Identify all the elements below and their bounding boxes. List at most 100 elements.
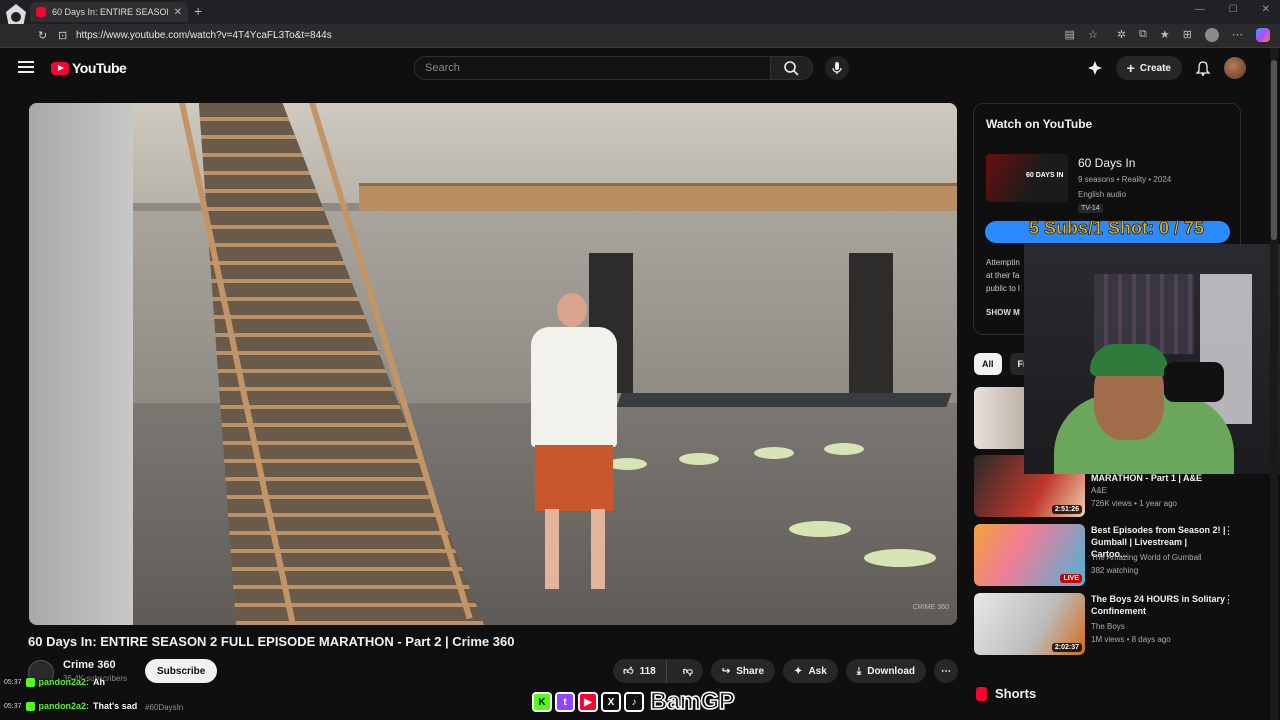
video-thumbnail[interactable]: LIVE [974, 524, 1085, 586]
video-frame-table [616, 393, 952, 407]
maximize-icon[interactable]: ☐ [1229, 4, 1238, 15]
ask-button[interactable]: ✦ Ask [783, 659, 838, 683]
chat-username: pandon2a2: [38, 701, 90, 711]
video-hashtag[interactable]: #60DaysIn [145, 703, 183, 712]
favorite-star-icon[interactable]: ☆ [1088, 28, 1098, 42]
channel-name[interactable]: Crime 360 [63, 659, 116, 671]
copilot-icon[interactable] [1256, 28, 1270, 42]
refresh-icon[interactable]: ↻ [38, 29, 47, 42]
kick-badge-icon [25, 701, 35, 711]
show-rating-badge: TV-14 [1078, 204, 1103, 213]
kick-icon: K [532, 692, 552, 712]
video-player[interactable]: CRIME 360 [29, 103, 957, 625]
account-avatar[interactable] [1224, 57, 1246, 79]
show-description: at their fa [986, 271, 1020, 280]
download-icon: ⤓ [856, 665, 862, 677]
thumbs-up-icon: 👍︎ [623, 666, 634, 677]
webcam-microphone [1164, 362, 1224, 402]
video-meta: 382 watching [1091, 566, 1139, 575]
url-field[interactable]: https://www.youtube.com/watch?v=4T4YcaFL… [76, 30, 332, 41]
more-icon[interactable]: ⋯ [1232, 28, 1243, 42]
channel-link[interactable]: The Boys [1091, 622, 1125, 631]
ai-sparkle-icon[interactable] [1086, 59, 1104, 77]
like-button[interactable]: 👍︎ 118 [613, 659, 667, 683]
video-meta: 1M views • 8 days ago [1091, 635, 1171, 644]
video-thumbnail[interactable]: 2:02:37 [974, 593, 1085, 655]
chip-all[interactable]: All [974, 353, 1002, 375]
kick-badge-icon [25, 677, 35, 687]
webcam-shelf [1094, 274, 1194, 354]
video-actions: 👍︎ 118 👎︎ ↪ Share ✦ Ask ⤓ Download ⋯ [613, 659, 958, 683]
video-frame-stool [864, 549, 936, 567]
create-button[interactable]: + Create [1115, 56, 1182, 80]
more-actions-button[interactable]: ⋯ [934, 659, 958, 683]
youtube-logo[interactable]: YouTube [51, 60, 127, 76]
video-duration: 2:02:37 [1051, 643, 1082, 652]
tab-title: 60 Days In: ENTIRE SEASON [52, 7, 168, 17]
download-button[interactable]: ⤓ Download [845, 659, 926, 683]
streamer-webcam [1024, 244, 1280, 474]
channel-link[interactable]: A&E [1091, 486, 1107, 495]
profile-icon[interactable] [1205, 28, 1219, 42]
video-frame-cell-door [849, 253, 893, 393]
social-overlay: K t ▶ X ♪ BamGP [532, 687, 735, 717]
show-title[interactable]: 60 Days In [1078, 156, 1135, 170]
menu-icon[interactable] [18, 61, 34, 73]
close-tab-icon[interactable]: ✕ [174, 7, 182, 18]
webcam-person-bandana [1090, 344, 1168, 376]
streamer-brand: BamGP [649, 687, 735, 716]
share-button[interactable]: ↪ Share [710, 659, 776, 683]
more-vertical-icon[interactable]: ⋮ [1223, 524, 1234, 537]
search-button[interactable] [771, 56, 813, 80]
live-badge: LIVE [1060, 574, 1082, 583]
show-thumbnail[interactable]: 60 DAYS IN [986, 154, 1068, 202]
sub-goal-text: 5 Subs/1 Shot: 0 / 75 [1029, 218, 1205, 239]
collections-icon[interactable]: ⊞ [1183, 28, 1192, 42]
channel-link[interactable]: The Amazing World of Gumball [1091, 553, 1202, 562]
address-bar: ↻ ⊡ https://www.youtube.com/watch?v=4T4Y… [0, 24, 1280, 48]
site-info-icon[interactable]: ⊡ [58, 29, 67, 42]
extensions-icon[interactable]: ✲ [1117, 28, 1126, 42]
close-window-icon[interactable]: ✕ [1262, 4, 1270, 15]
sparkle-icon: ✦ [794, 665, 803, 677]
video-frame-railing [359, 183, 957, 211]
favorites-icon[interactable]: ★ [1160, 28, 1170, 42]
video-duration: 2:51:26 [1051, 505, 1082, 514]
tiktok-icon: ♪ [624, 692, 644, 712]
reader-mode-icon[interactable]: ▤ [1065, 28, 1075, 42]
scrollbar-thumb[interactable] [1271, 60, 1277, 240]
list-item[interactable]: 2:02:37 The Boys 24 HOURS in Solitary Co… [974, 593, 1234, 655]
youtube-favicon-icon [36, 7, 46, 17]
video-frame-stool [824, 443, 864, 455]
show-description: Attemptin [986, 258, 1020, 267]
show-audio: English audio [1078, 190, 1127, 199]
minimize-icon[interactable]: — [1195, 4, 1205, 15]
shorts-section-header: Shorts [976, 686, 1036, 701]
like-count: 118 [639, 665, 656, 677]
new-tab-icon[interactable]: + [194, 3, 202, 19]
more-vertical-icon[interactable]: ⋮ [1223, 593, 1234, 606]
notifications-bell-icon[interactable] [1194, 59, 1212, 77]
browser-tab[interactable]: 60 Days In: ENTIRE SEASON ✕ [30, 2, 188, 22]
video-meta: 726K views • 1 year ago [1091, 499, 1177, 508]
ask-label: Ask [808, 665, 827, 677]
voice-search-button[interactable] [825, 56, 849, 80]
youtube-logo-icon [51, 61, 69, 75]
window-controls: — ☐ ✕ [1195, 4, 1270, 15]
video-watermark: CRIME 360 [912, 604, 949, 611]
dislike-button[interactable]: 👎︎ [673, 659, 703, 683]
youtube-logo-text: YouTube [72, 60, 127, 76]
subscribe-button[interactable]: Subscribe [145, 659, 218, 683]
show-more-button[interactable]: SHOW M [986, 308, 1020, 317]
search-input[interactable]: Search [414, 56, 771, 80]
create-label: Create [1139, 62, 1171, 74]
video-frame-stool [789, 521, 851, 537]
show-thumbnail-label: 60 DAYS IN [1026, 172, 1064, 179]
youtube-header: YouTube Search + Create [0, 48, 1268, 88]
like-dislike-group: 👍︎ 118 👎︎ [613, 659, 703, 683]
show-description: public to l [986, 284, 1020, 293]
split-screen-icon[interactable]: ⧉ [1139, 28, 1147, 42]
video-title-link[interactable]: The Boys 24 HOURS in Solitary Confinemen… [1091, 593, 1226, 617]
list-item[interactable]: LIVE Best Episodes from Season 2! | Gumb… [974, 524, 1234, 586]
download-label: Download [867, 665, 915, 677]
